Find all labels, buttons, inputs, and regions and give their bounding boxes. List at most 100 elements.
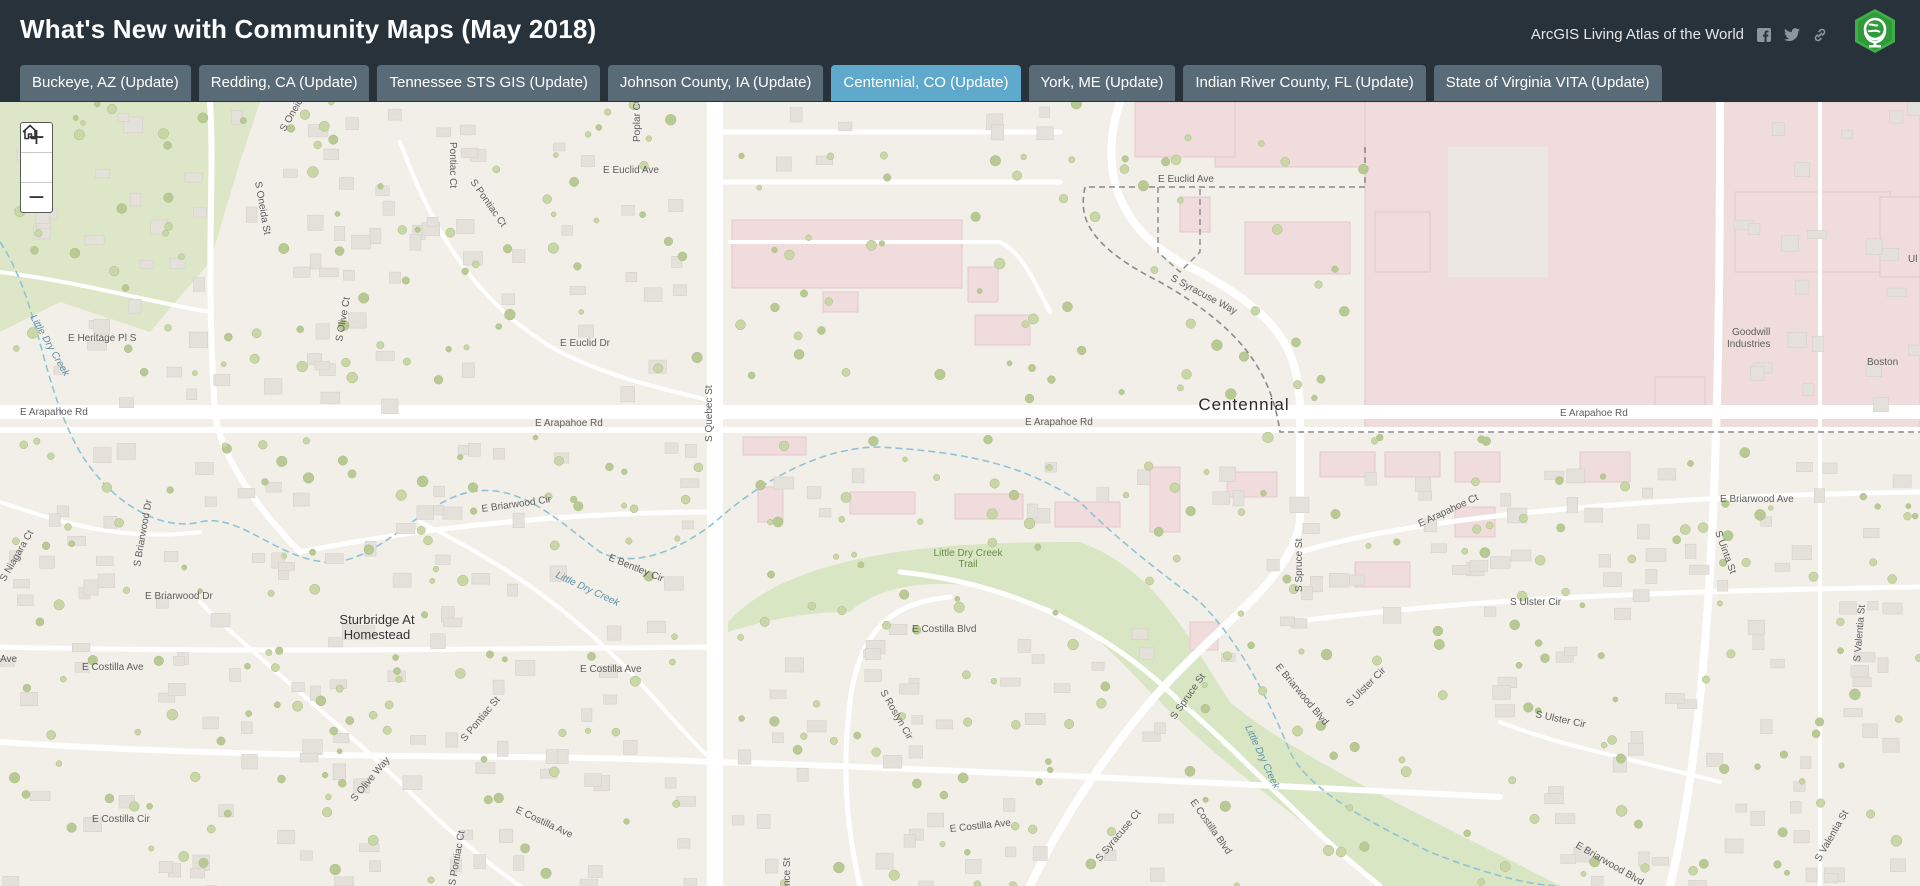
house <box>1879 248 1900 261</box>
tree <box>1316 374 1326 384</box>
house <box>625 272 638 283</box>
tree <box>492 165 501 174</box>
house <box>765 858 779 874</box>
tree <box>1144 461 1154 471</box>
label-uinta: S Uinta St <box>1712 529 1738 575</box>
tree <box>1688 865 1698 876</box>
label-ulster-cir: S Ulster Cir <box>1510 597 1562 608</box>
tree <box>13 345 20 352</box>
tree <box>759 616 770 627</box>
tree <box>239 117 247 124</box>
house <box>184 172 203 183</box>
living-atlas-link[interactable]: ArcGIS Living Atlas of the World <box>1531 26 1744 43</box>
tab-tennessee[interactable]: Tennessee STS GIS (Update) <box>377 65 600 101</box>
house <box>315 323 330 340</box>
house <box>433 485 445 497</box>
tree <box>337 455 348 466</box>
tab-york[interactable]: York, ME (Update) <box>1028 65 1176 101</box>
facebook-icon[interactable] <box>1756 27 1772 43</box>
house <box>664 442 679 454</box>
tree <box>1089 211 1101 223</box>
house <box>1490 556 1511 569</box>
house <box>169 258 186 269</box>
house <box>339 176 354 190</box>
tree <box>1330 509 1341 520</box>
zoom-out-button[interactable]: − <box>21 183 52 212</box>
house <box>475 762 496 774</box>
basemap[interactable]: E Arapahoe Rd E Arapahoe Rd E Arapahoe R… <box>0 102 1920 886</box>
tree <box>1271 224 1283 235</box>
house <box>668 199 684 212</box>
house <box>1642 487 1654 499</box>
tree <box>1481 436 1491 446</box>
house <box>314 360 330 371</box>
house <box>664 777 677 789</box>
tree <box>122 586 130 594</box>
link-icon[interactable] <box>1812 27 1828 43</box>
tree <box>621 468 628 475</box>
label-briarwood-ave: E Briarwood Ave <box>1720 494 1794 505</box>
tab-centennial[interactable]: Centennial, CO (Update) <box>831 65 1021 101</box>
house <box>838 121 853 132</box>
tree <box>1323 845 1334 856</box>
tree <box>989 478 1000 489</box>
tree <box>1887 574 1897 584</box>
tab-indian-river[interactable]: Indian River County, FL (Update) <box>1183 65 1426 101</box>
tab-virginia[interactable]: State of Virginia VITA (Update) <box>1433 65 1662 101</box>
tree <box>433 375 444 385</box>
house <box>241 721 253 734</box>
house <box>1706 752 1724 767</box>
house <box>1349 574 1365 586</box>
tree <box>1836 617 1845 627</box>
tree <box>883 173 892 182</box>
house <box>683 878 697 886</box>
tree <box>1329 751 1338 761</box>
house <box>1822 462 1838 474</box>
tree <box>368 710 378 720</box>
tree <box>587 652 596 661</box>
tree <box>1184 765 1196 777</box>
tree <box>1398 756 1406 764</box>
tree <box>1633 819 1643 829</box>
house <box>1026 503 1039 519</box>
tree <box>1811 729 1821 739</box>
living-atlas-globe-icon[interactable] <box>1852 8 1898 54</box>
tree <box>871 747 881 757</box>
house <box>577 324 594 338</box>
house <box>512 512 525 528</box>
home-button[interactable] <box>21 124 52 183</box>
house <box>204 496 217 507</box>
tab-bar: Buckeye, AZ (Update) Redding, CA (Update… <box>20 65 1662 101</box>
twitter-icon[interactable] <box>1784 27 1800 43</box>
tree <box>1211 339 1223 351</box>
tree <box>178 851 190 862</box>
map-view[interactable]: E Arapahoe Rd E Arapahoe Rd E Arapahoe R… <box>0 102 1920 886</box>
house <box>1329 573 1349 588</box>
tab-redding[interactable]: Redding, CA (Update) <box>198 65 370 101</box>
tree <box>665 114 677 126</box>
tree <box>833 553 840 560</box>
house <box>382 200 395 216</box>
tree <box>1172 554 1181 563</box>
house <box>1862 723 1878 738</box>
house <box>1787 332 1807 348</box>
tree <box>223 809 232 818</box>
label-costilla-ave-s: E Costilla Ave <box>514 805 575 841</box>
house <box>1566 468 1585 484</box>
tab-johnson-county[interactable]: Johnson County, IA (Update) <box>607 65 824 101</box>
tree <box>990 678 998 685</box>
label-bentley: E Bentley Cir <box>607 553 666 585</box>
tree <box>532 434 539 441</box>
tree <box>34 229 43 238</box>
tab-buckeye[interactable]: Buckeye, AZ (Update) <box>20 65 191 101</box>
tree <box>747 371 756 380</box>
tree <box>1200 703 1210 714</box>
tree <box>329 863 341 876</box>
house <box>396 522 416 534</box>
house <box>1484 606 1497 617</box>
tree <box>206 824 216 834</box>
tree <box>1479 547 1491 558</box>
house <box>680 478 700 488</box>
tree <box>1339 306 1350 317</box>
tree <box>1185 506 1196 517</box>
